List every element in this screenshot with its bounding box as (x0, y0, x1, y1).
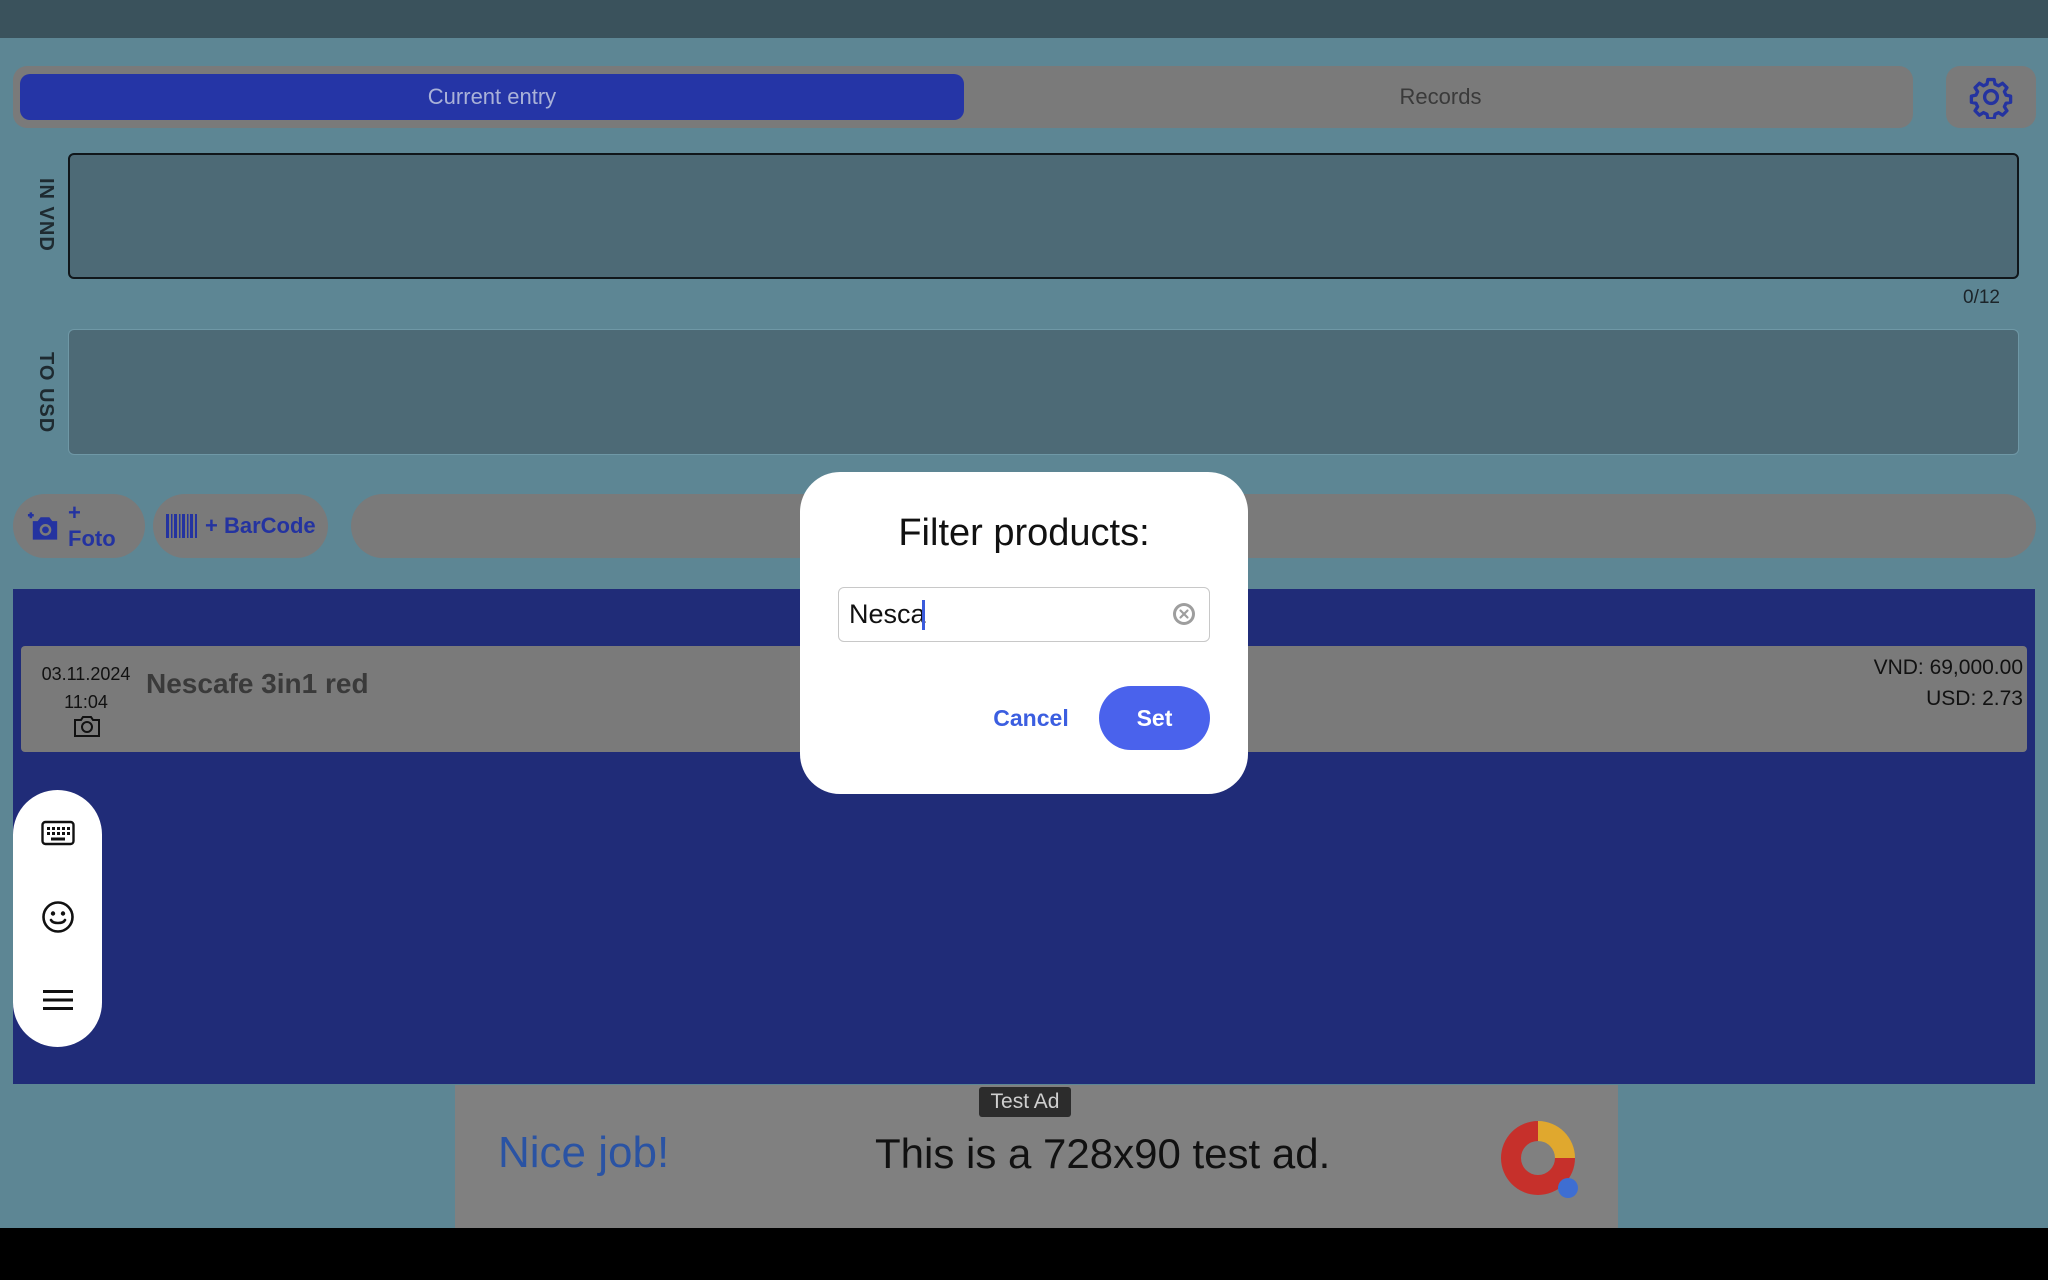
converted-output-usd (68, 329, 2019, 455)
clear-icon[interactable] (1172, 602, 1196, 626)
gear-icon (1969, 77, 2013, 119)
amount-input-vnd[interactable] (68, 153, 2019, 279)
floating-input-toolbar (13, 790, 102, 1047)
barcode-icon (166, 514, 197, 538)
add-barcode-label: + BarCode (205, 513, 316, 538)
text-cursor (922, 600, 925, 630)
emoji-icon[interactable] (37, 896, 79, 938)
set-button[interactable]: Set (1099, 686, 1210, 750)
ad-headline: Nice job! (498, 1128, 670, 1177)
record-date: 03.11.2024 (41, 664, 131, 684)
keyboard-icon[interactable] (37, 812, 79, 854)
char-counter: 0/12 (1963, 287, 2000, 308)
to-currency-label: TO USD (35, 352, 57, 434)
camera-icon[interactable] (73, 714, 101, 738)
tab-records[interactable]: Records (973, 74, 1908, 120)
cancel-button[interactable]: Cancel (986, 686, 1076, 750)
add-barcode-button[interactable]: + BarCode (153, 494, 328, 558)
add-photo-button[interactable]: + Foto (13, 494, 145, 558)
record-product-name: Nescafe 3in1 red (146, 668, 369, 699)
tab-current-entry[interactable]: Current entry (20, 74, 964, 120)
record-amount-usd: USD: 2.73 (1926, 687, 2023, 710)
ad-logo-icon (1501, 1121, 1578, 1198)
record-datetime: 03.11.2024 11:04 (31, 660, 141, 716)
tab-bar: Current entry Records (13, 66, 1913, 128)
record-amount-vnd: VND: 69,000.00 (1873, 656, 2023, 679)
add-photo-label: + Foto (68, 500, 116, 551)
in-currency-label: IN VND (35, 178, 57, 252)
dialog-title: Filter products: (898, 512, 1150, 554)
ad-text: This is a 728x90 test ad. (875, 1130, 1331, 1177)
settings-button[interactable] (1946, 66, 2036, 128)
menu-icon[interactable] (37, 979, 79, 1021)
add-camera-icon (27, 512, 58, 540)
filter-dialog: Filter products: Cancel Set (800, 472, 1248, 794)
filter-input[interactable] (838, 587, 1210, 642)
ad-label: Test Ad (979, 1087, 1071, 1117)
status-bar (0, 0, 2048, 38)
record-time: 11:04 (64, 692, 108, 712)
